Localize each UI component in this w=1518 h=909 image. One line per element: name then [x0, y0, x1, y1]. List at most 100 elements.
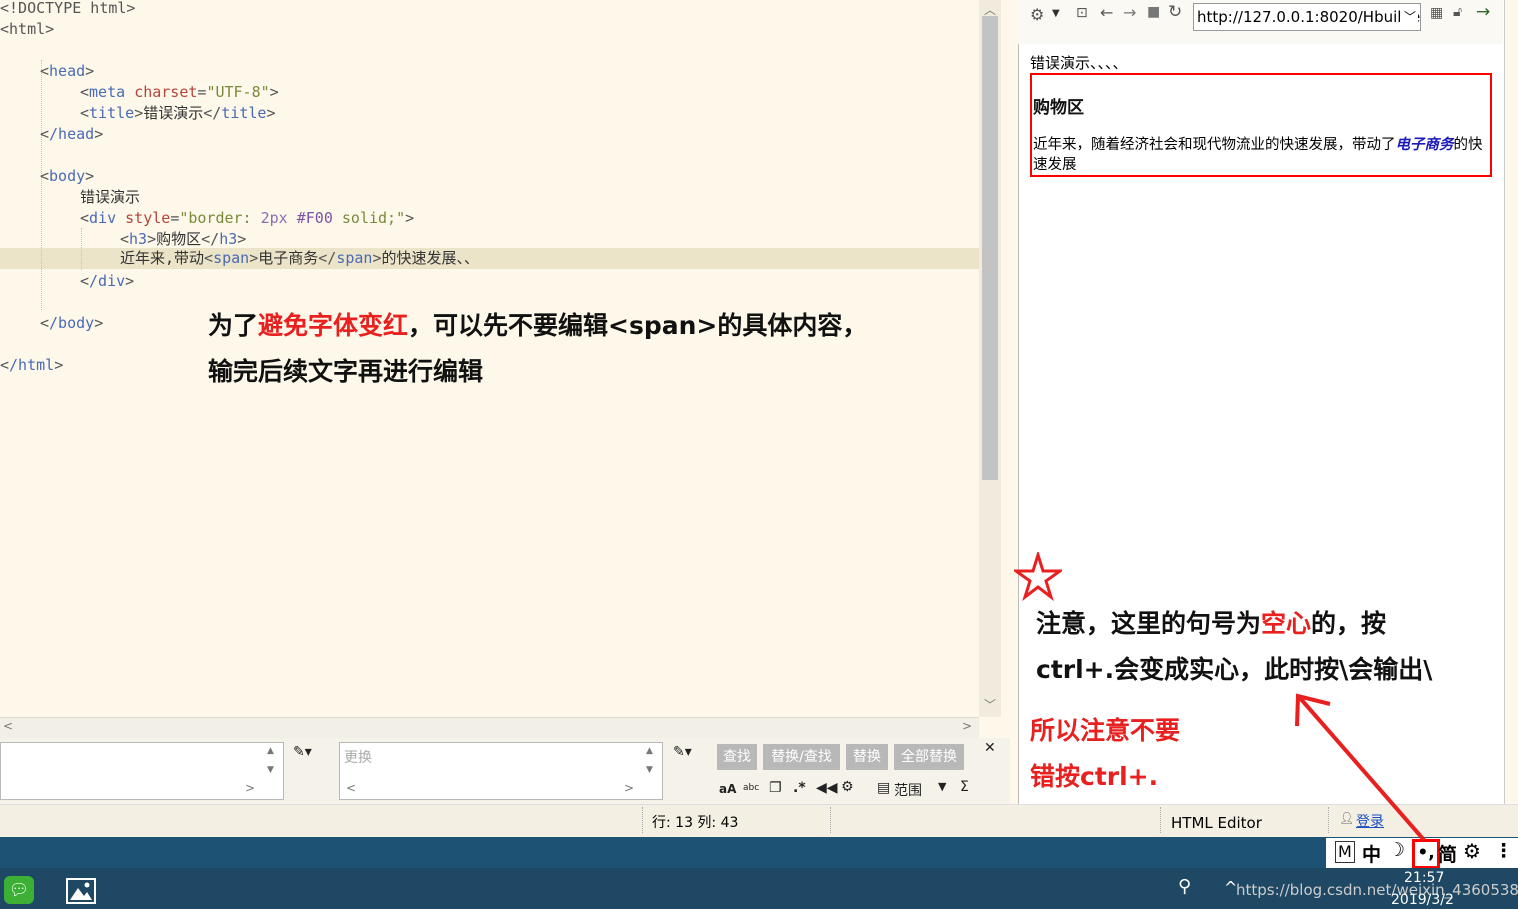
indent-guide: [81, 228, 82, 270]
preview-span: 电子商务: [1395, 137, 1454, 153]
lock-icon[interactable]: 🔓︎: [1453, 4, 1462, 20]
replace-button[interactable]: 替换: [846, 744, 888, 770]
copy-icon[interactable]: ❐: [769, 780, 782, 796]
editor-scroll-thumb[interactable]: [982, 16, 998, 480]
dropdown-icon[interactable]: ▼: [1052, 8, 1060, 19]
code-line-10: 错误演示: [80, 187, 140, 208]
div-tag: div: [89, 209, 117, 227]
ime-settings-icon[interactable]: ⚙: [1463, 839, 1481, 863]
code-editor[interactable]: <!DOCTYPE html> <html> <head> <meta char…: [0, 0, 979, 717]
status-divider: [1160, 807, 1161, 833]
whole-word-icon[interactable]: abc: [743, 783, 759, 793]
find-scroll-up-icon[interactable]: ▲: [267, 746, 274, 756]
replace-input[interactable]: 更换 ▲ ▼ < >: [339, 742, 663, 800]
code-line-5: <meta charset="UTF-8">: [80, 83, 279, 101]
code-line-4: <head>: [40, 62, 95, 80]
console-icon[interactable]: ⊡: [1076, 5, 1088, 21]
range-dropdown-icon[interactable]: ▼: [938, 780, 946, 793]
annotation-line-3: 注意，这里的句号为空心的，按: [1036, 609, 1387, 638]
replace-all-button[interactable]: 全部替换: [894, 744, 964, 770]
find-scroll-right-icon[interactable]: >: [245, 781, 255, 795]
rewind-icon[interactable]: ◀◀: [816, 780, 838, 796]
find-button[interactable]: 查找: [717, 744, 757, 770]
style-value-1: "border:: [179, 209, 261, 227]
sigma-icon[interactable]: Σ: [960, 779, 969, 795]
scroll-down-icon[interactable]: ﹀: [984, 696, 996, 713]
replace-scroll-right-icon[interactable]: >: [624, 781, 634, 795]
back-icon[interactable]: ←: [1100, 3, 1113, 22]
annotation-line-6: 错按ctrl+.: [1030, 762, 1159, 791]
settings-icon[interactable]: ⚙: [1030, 5, 1044, 24]
body-text: 错误演示: [80, 188, 141, 206]
find-history-icon[interactable]: ✎▾: [293, 744, 312, 760]
url-dropdown-icon[interactable]: ﹀: [1402, 4, 1418, 30]
code-line-7: </head>: [40, 125, 104, 143]
star-icon: [1014, 552, 1062, 602]
annotation-line-4: ctrl+.会变成实心，此时按\会输出\: [1036, 655, 1433, 684]
meta-tag: meta: [89, 83, 126, 101]
charset-attr: charset: [134, 83, 198, 101]
h3-tag: h3: [129, 230, 148, 248]
scroll-left-icon[interactable]: <: [3, 719, 13, 733]
url-input[interactable]: http://127.0.0.1:8020/Hbuilder ﹀: [1193, 3, 1421, 31]
qr-icon[interactable]: ▦: [1430, 5, 1443, 21]
style-value-num: 2px: [260, 209, 297, 227]
h3-text: 购物区: [156, 230, 202, 248]
replace-scroll-down-icon[interactable]: ▼: [646, 765, 653, 775]
annotation-line-1: 为了避免字体变红，可以先不要编辑<span>的具体内容，: [208, 311, 868, 340]
preview-paragraph: 近年来，随着经济社会和现代物流业的快速发展，带动了电子商务的快速发展: [1033, 137, 1483, 173]
match-case-icon[interactable]: aA: [719, 782, 736, 796]
line13-post: 的快速发展、、: [381, 249, 479, 267]
style-value-2: solid;": [332, 209, 406, 227]
code-line-6: <title>错误演示</title>: [80, 104, 276, 122]
replace-scroll-left-icon[interactable]: <: [346, 781, 356, 795]
body-tag: body: [49, 167, 86, 185]
code-line-11: <div style="border: 2px #F00 solid;">: [80, 209, 415, 227]
html-close-tag: /html: [9, 356, 55, 374]
find-scroll-down-icon[interactable]: ▼: [267, 765, 274, 775]
taskbar: 💬︎ ⚲ ^ https://blog.csdn.net/weixin_4360…: [0, 868, 1518, 909]
status-divider: [830, 807, 831, 833]
people-icon[interactable]: ⚲: [1178, 876, 1191, 897]
code-line-2: <html>: [0, 19, 54, 40]
style-value-color: #F00: [296, 209, 333, 227]
blog-watermark: https://blog.csdn.net/weixin_43605386: [1236, 881, 1518, 899]
scroll-right-icon[interactable]: >: [962, 719, 972, 733]
settings-icon[interactable]: ⚙: [841, 779, 854, 795]
forward-icon[interactable]: →: [1123, 3, 1136, 22]
status-divider: [642, 807, 643, 833]
url-text: http://127.0.0.1:8020/Hbuilder: [1197, 8, 1421, 26]
range-label[interactable]: 范围: [894, 780, 922, 800]
code-line-1: <!DOCTYPE html>: [0, 0, 135, 19]
replace-find-button[interactable]: 替换/查找: [763, 744, 840, 770]
find-input[interactable]: ▲ ▼ >: [0, 742, 284, 800]
wechat-icon[interactable]: 💬︎: [4, 876, 34, 904]
code-line-16: </body>: [40, 314, 104, 332]
replace-scroll-up-icon[interactable]: ▲: [646, 746, 653, 756]
cursor-position: 行: 13 列: 43: [652, 815, 739, 831]
close-icon[interactable]: ✕: [984, 740, 996, 756]
regex-icon[interactable]: .*: [793, 780, 806, 796]
ime-more-icon[interactable]: ⋮: [1494, 840, 1513, 862]
code-line-13: 近年来,带动<span>电子商务</span>的快速发展、、: [120, 249, 479, 267]
find-replace-bar: ▲ ▼ > ✎▾ 更换 ▲ ▼ < > ✎▾ 查找 替换/查找 替换 全部替换 …: [0, 738, 1010, 804]
preview-h3: 购物区: [1033, 98, 1084, 118]
div-close-tag: /div: [89, 272, 126, 290]
head-close-tag: /head: [49, 125, 95, 143]
clock-time[interactable]: 21:57: [1404, 870, 1444, 886]
span-tag: span: [213, 249, 250, 267]
replace-history-icon[interactable]: ✎▾: [673, 744, 692, 760]
clock-date[interactable]: 2019/3/2: [1391, 892, 1454, 908]
line13-pre: 近年来,带动: [120, 249, 205, 267]
go-icon[interactable]: →: [1476, 2, 1490, 22]
stop-icon[interactable]: ■: [1147, 4, 1160, 20]
photos-icon[interactable]: [66, 878, 96, 904]
editor-horizontal-scrollbar[interactable]: < >: [0, 717, 979, 738]
code-line-18: </html>: [0, 356, 64, 374]
annotation-line-2: 输完后续文字再进行编辑: [208, 357, 484, 386]
refresh-icon[interactable]: ↻: [1168, 2, 1182, 22]
body-close-tag: /body: [49, 314, 95, 332]
code-line-12: <h3>购物区</h3>: [120, 230, 247, 248]
annotation-line-5: 所以注意不要: [1030, 716, 1181, 745]
editor-mode: HTML Editor: [1171, 814, 1262, 832]
